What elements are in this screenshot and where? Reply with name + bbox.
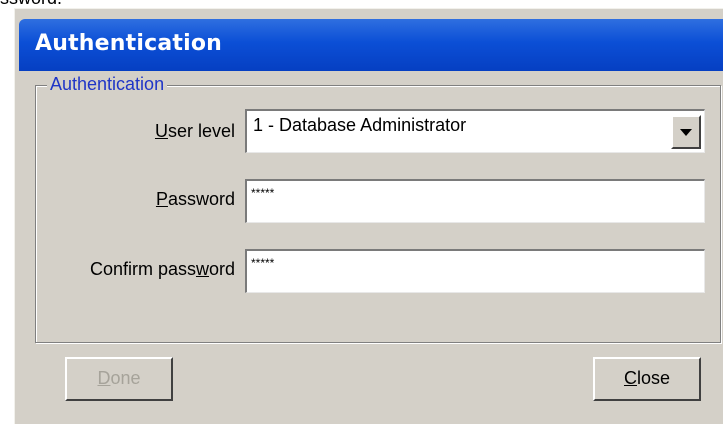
password-label: Password	[155, 189, 235, 209]
chevron-down-icon	[680, 129, 692, 136]
title-bar[interactable]: Authentication	[19, 19, 723, 71]
user-level-value: 1 - Database Administrator	[253, 115, 467, 135]
confirm-password-label: Confirm password	[89, 259, 235, 279]
user-level-label: User level	[154, 121, 235, 141]
password-field[interactable]: *****	[245, 179, 705, 223]
close-button[interactable]: Close	[593, 357, 701, 401]
confirm-password-value: *****	[251, 256, 275, 270]
password-value: *****	[251, 186, 275, 200]
confirm-password-field[interactable]: *****	[245, 249, 705, 293]
done-button[interactable]: Done	[65, 357, 173, 401]
group-legend: Authentication	[47, 71, 168, 97]
window-title: Authentication	[35, 31, 223, 56]
dropdown-button[interactable]	[671, 115, 701, 149]
user-level-select[interactable]: 1 - Database Administrator	[245, 109, 705, 153]
authentication-dialog: Authentication Authentication User level…	[14, 8, 723, 424]
